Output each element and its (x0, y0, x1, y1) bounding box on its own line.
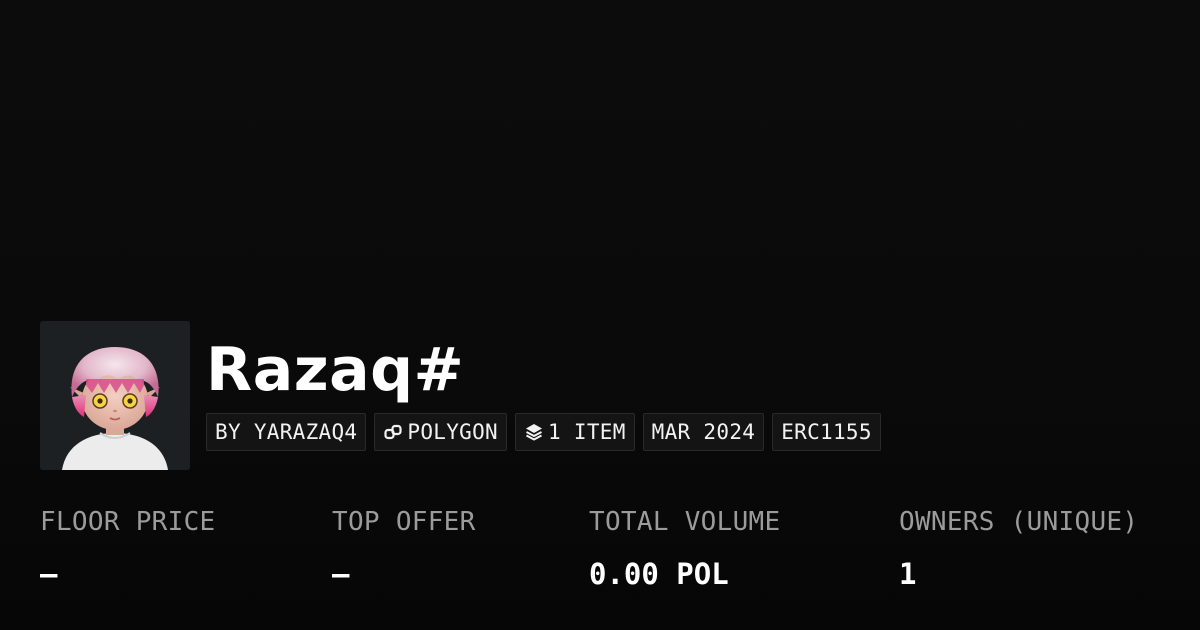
collection-avatar[interactable] (40, 321, 190, 470)
collection-title: Razaq# (206, 335, 465, 405)
tag-creator[interactable]: BY YARAZAQ4 (206, 413, 367, 451)
stat-owners-value: 1 (899, 557, 917, 591)
tag-item-count[interactable]: 1 ITEM (514, 413, 635, 451)
stat-owners: OWNERS (UNIQUE) 1 (899, 500, 1138, 604)
stat-top-offer-label: TOP OFFER (332, 507, 476, 537)
layers-icon (524, 422, 544, 442)
tag-creator-label: BY YARAZAQ4 (215, 420, 358, 444)
tag-standard[interactable]: ERC1155 (772, 413, 881, 451)
avatar-illustration (40, 321, 190, 470)
tag-date[interactable]: MAR 2024 (642, 413, 765, 451)
collection-header: Razaq# BY YARAZAQ4 POLYGON 1 ITEM MAR 20… (40, 321, 881, 470)
stat-floor-price: FLOOR PRICE – (40, 500, 216, 604)
tag-chain-label: POLYGON (407, 420, 498, 444)
tag-item-count-label: 1 ITEM (547, 420, 626, 444)
chain-link-icon (383, 422, 403, 442)
tag-standard-label: ERC1155 (781, 420, 872, 444)
stat-floor-price-value: – (40, 557, 58, 591)
stat-total-volume-label: TOTAL VOLUME (589, 507, 781, 537)
stat-floor-price-label: FLOOR PRICE (40, 507, 216, 537)
stat-total-volume-value: 0.00 POL (589, 557, 729, 591)
tag-date-label: MAR 2024 (651, 420, 756, 444)
title-area: Razaq# BY YARAZAQ4 POLYGON 1 ITEM MAR 20… (206, 335, 881, 451)
stat-total-volume: TOTAL VOLUME 0.00 POL (589, 500, 780, 604)
tag-chain[interactable]: POLYGON (374, 413, 507, 451)
stat-owners-label: OWNERS (UNIQUE) (899, 507, 1139, 537)
stat-top-offer-value: – (332, 557, 350, 591)
stat-top-offer: TOP OFFER – (332, 500, 476, 604)
tag-row: BY YARAZAQ4 POLYGON 1 ITEM MAR 2024 ERC1… (206, 413, 881, 451)
